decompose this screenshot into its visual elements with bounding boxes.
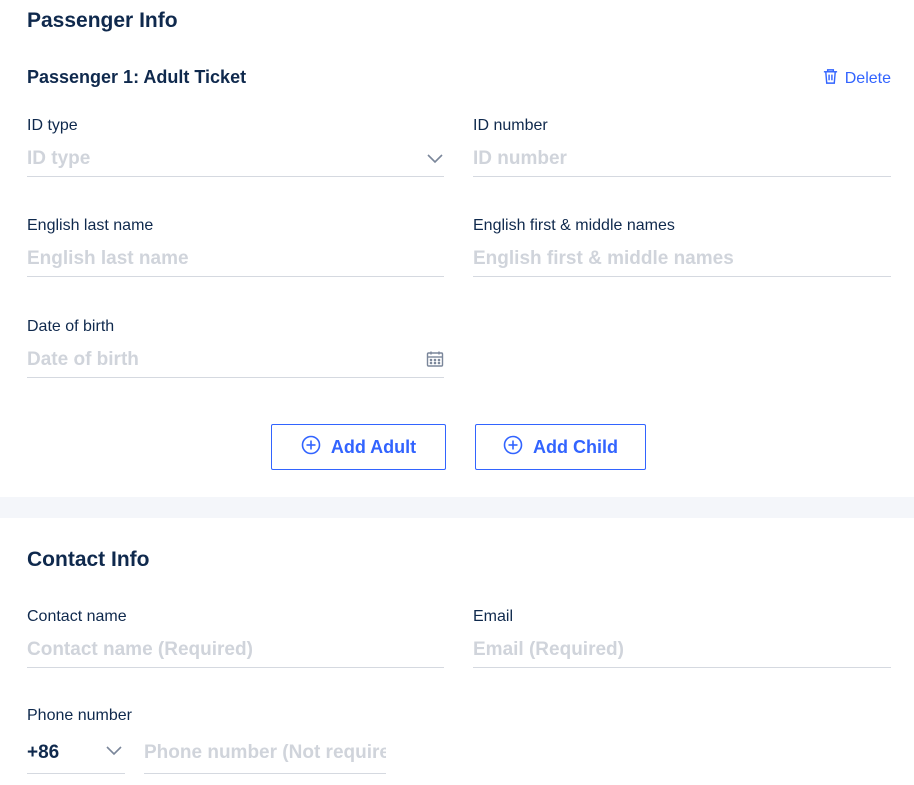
calendar-icon[interactable] [426, 350, 444, 373]
plus-circle-icon [503, 435, 523, 460]
phone-input-wrapper [144, 732, 386, 774]
id-number-field: ID number [473, 117, 891, 189]
first-names-field: English first & middle names [473, 217, 891, 289]
contact-info-title: Contact Info [27, 548, 150, 571]
email-label: Email [473, 608, 514, 625]
last-name-input[interactable] [27, 247, 444, 270]
passenger-1-title: Passenger 1: Adult Ticket [27, 67, 247, 87]
section-divider [0, 497, 914, 518]
chevron-down-icon [105, 741, 123, 765]
email-field: Email [473, 608, 891, 680]
plus-circle-icon [301, 435, 321, 460]
id-type-field: ID type [27, 117, 444, 189]
phone-label: Phone number [27, 707, 132, 724]
phone-input[interactable] [144, 741, 386, 764]
email-input[interactable] [473, 638, 891, 661]
id-type-select[interactable] [27, 141, 444, 177]
passenger-info-title: Passenger Info [27, 9, 178, 32]
last-name-field: English last name [27, 217, 444, 289]
add-adult-label: Add Adult [330, 436, 417, 457]
add-child-label: Add Child [533, 436, 618, 457]
id-type-label: ID type [27, 117, 78, 134]
delete-passenger-button[interactable]: Delete [822, 68, 891, 90]
dob-field: Date of birth [27, 318, 444, 390]
dob-label: Date of birth [27, 318, 115, 335]
id-type-input[interactable] [27, 147, 444, 170]
country-code-value: +86 [27, 741, 60, 763]
id-number-label: ID number [473, 117, 548, 134]
contact-name-input[interactable] [27, 638, 444, 661]
first-names-label: English first & middle names [473, 217, 675, 234]
add-adult-button[interactable]: Add Adult [271, 424, 446, 470]
contact-name-label: Contact name [27, 608, 127, 625]
add-child-button[interactable]: Add Child [475, 424, 646, 470]
id-number-input[interactable] [473, 147, 891, 170]
chevron-down-icon[interactable] [426, 149, 444, 172]
last-name-label: English last name [27, 217, 154, 234]
country-code-select[interactable]: +86 [27, 732, 125, 774]
first-names-input[interactable] [473, 247, 891, 270]
trash-icon [822, 68, 839, 90]
contact-name-field: Contact name [27, 608, 444, 680]
dob-input[interactable] [27, 348, 444, 371]
dob-picker[interactable] [27, 342, 444, 378]
delete-label: Delete [844, 70, 891, 87]
